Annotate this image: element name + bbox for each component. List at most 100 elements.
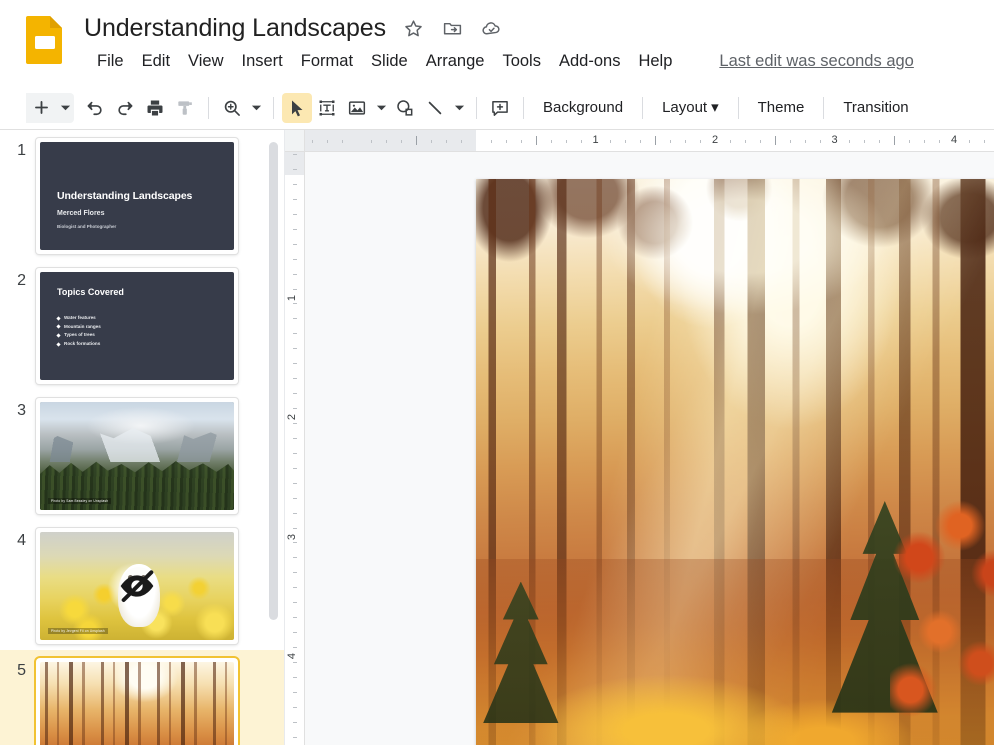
toolbar-divider xyxy=(523,97,524,119)
star-icon[interactable] xyxy=(403,17,425,39)
page-title[interactable]: Understanding Landscapes xyxy=(84,14,386,43)
horizontal-ruler[interactable]: 1234 xyxy=(305,130,994,152)
slide-thumbnail[interactable]: Understanding Landscapes Merced Flores B… xyxy=(36,138,238,254)
toolbar-divider xyxy=(823,97,824,119)
document-title-row: Understanding Landscapes xyxy=(84,10,503,46)
slides-logo-icon[interactable] xyxy=(22,14,68,66)
toolbar-divider xyxy=(738,97,739,119)
transition-button[interactable]: Transition xyxy=(832,93,919,123)
ruler-tick xyxy=(312,140,313,143)
ruler-tick xyxy=(431,140,432,143)
slide-thumbnail[interactable]: Photo by Sam Beasley on Unsplash xyxy=(36,398,238,514)
ruler-tick xyxy=(775,136,776,145)
toolbar-divider xyxy=(642,97,643,119)
menu-insert[interactable]: Insert xyxy=(233,48,292,74)
shape-icon[interactable] xyxy=(390,93,420,123)
menu-help[interactable]: Help xyxy=(629,48,681,74)
cursor-arrow-icon[interactable] xyxy=(282,93,312,123)
image-icon[interactable] xyxy=(342,93,372,123)
undo-button[interactable] xyxy=(80,93,110,123)
menu-file[interactable]: File xyxy=(88,48,133,74)
new-slide-button[interactable] xyxy=(26,93,56,123)
ruler-tick xyxy=(864,140,865,143)
menu-add-ons[interactable]: Add-ons xyxy=(550,48,629,74)
layout-button[interactable]: Layout▾ xyxy=(651,93,730,123)
ruler-tick xyxy=(293,498,297,499)
photo-credit-caption: Photo by Jevgeni Fil on Unsplash xyxy=(48,628,108,634)
ruler-tick xyxy=(521,140,522,143)
list-item: Types of trees xyxy=(57,331,101,340)
current-slide-canvas[interactable] xyxy=(476,179,994,745)
menu-tools[interactable]: Tools xyxy=(493,48,550,74)
filmstrip-scrollbar[interactable] xyxy=(269,142,278,722)
filmstrip-slide-3[interactable]: 3 Photo by Sam Beasley on Unsplash xyxy=(0,390,284,520)
cloud-saved-icon[interactable] xyxy=(481,17,503,39)
slide-editor: 1234 1234 xyxy=(285,130,994,745)
ruler-inactive-region xyxy=(305,130,476,151)
new-slide-dropdown[interactable] xyxy=(56,93,74,123)
line-icon[interactable] xyxy=(420,93,450,123)
slide-thumbnail-content xyxy=(40,662,234,745)
last-edit-status[interactable]: Last edit was seconds ago xyxy=(719,52,913,71)
zoom-in-icon[interactable] xyxy=(217,93,247,123)
menu-slide[interactable]: Slide xyxy=(362,48,417,74)
add-comment-icon[interactable] xyxy=(485,93,515,123)
theme-button[interactable]: Theme xyxy=(747,93,816,123)
slide-thumbnail[interactable]: Topics Covered Water features Mountain r… xyxy=(36,268,238,384)
slide-number: 1 xyxy=(0,138,36,160)
filmstrip-slide-5[interactable]: 5 xyxy=(0,650,284,745)
ruler-tick xyxy=(293,707,297,708)
menu-format[interactable]: Format xyxy=(292,48,362,74)
background-button[interactable]: Background xyxy=(532,93,634,123)
ruler-tick xyxy=(293,632,297,633)
ruler-tick xyxy=(790,140,791,143)
filmstrip-scrollbar-thumb[interactable] xyxy=(269,142,278,620)
filmstrip-slide-2[interactable]: 2 Topics Covered Water features Mountain… xyxy=(0,260,284,390)
menu-view[interactable]: View xyxy=(179,48,232,74)
filmstrip-slide-1[interactable]: 1 Understanding Landscapes Merced Flores… xyxy=(0,130,284,260)
ruler-tick xyxy=(670,140,671,143)
insert-line-dropdown[interactable] xyxy=(450,93,468,123)
ruler-tick xyxy=(293,602,297,603)
menu-edit[interactable]: Edit xyxy=(133,48,179,74)
ruler-tick xyxy=(293,572,297,573)
ruler-tick xyxy=(805,140,806,143)
ruler-tick xyxy=(655,136,656,145)
slide-thumbnail[interactable] xyxy=(36,658,238,745)
autumn-forest-sunbeams-photo[interactable] xyxy=(476,179,994,745)
ruler-tick xyxy=(849,140,850,143)
slide-number: 2 xyxy=(0,268,36,290)
vertical-ruler[interactable]: 1234 xyxy=(285,152,305,745)
main-area: 1 Understanding Landscapes Merced Flores… xyxy=(0,130,994,745)
redo-button[interactable] xyxy=(110,93,140,123)
slide-thumbnail[interactable]: Photo by Jevgeni Fil on Unsplash xyxy=(36,528,238,644)
ruler-tick xyxy=(969,140,970,143)
ruler-number: 1 xyxy=(592,134,598,146)
main-toolbar: Background Layout▾ Theme Transition xyxy=(0,86,994,130)
ruler-tick xyxy=(293,737,297,738)
slide-title-text: Understanding Landscapes xyxy=(57,190,192,202)
paint-format-button[interactable] xyxy=(170,93,200,123)
ruler-tick xyxy=(293,274,297,275)
ruler-tick xyxy=(293,542,297,543)
slide-thumbnail-content: Photo by Jevgeni Fil on Unsplash xyxy=(40,532,234,640)
canvas-backdrop[interactable] xyxy=(306,153,994,745)
slide-role-text: Biologist and Photographer xyxy=(57,224,116,229)
ruler-tick xyxy=(820,140,821,143)
move-to-folder-icon[interactable] xyxy=(442,17,464,39)
ruler-tick xyxy=(293,393,297,394)
insert-image-dropdown[interactable] xyxy=(372,93,390,123)
slide-filmstrip[interactable]: 1 Understanding Landscapes Merced Flores… xyxy=(0,130,285,745)
text-box-icon[interactable] xyxy=(312,93,342,123)
ruler-tick xyxy=(293,423,297,424)
ruler-tick xyxy=(610,140,611,143)
print-button[interactable] xyxy=(140,93,170,123)
toolbar-divider xyxy=(273,97,274,119)
filmstrip-slide-4[interactable]: 4 Photo by Jevgeni Fil on Unsplash xyxy=(0,520,284,650)
photo-credit-caption: Photo by Sam Beasley on Unsplash xyxy=(48,498,111,504)
ruler-tick xyxy=(416,136,417,145)
ruler-tick xyxy=(566,140,567,143)
zoom-dropdown[interactable] xyxy=(247,93,265,123)
menu-arrange[interactable]: Arrange xyxy=(417,48,494,74)
ruler-corner xyxy=(285,130,305,152)
